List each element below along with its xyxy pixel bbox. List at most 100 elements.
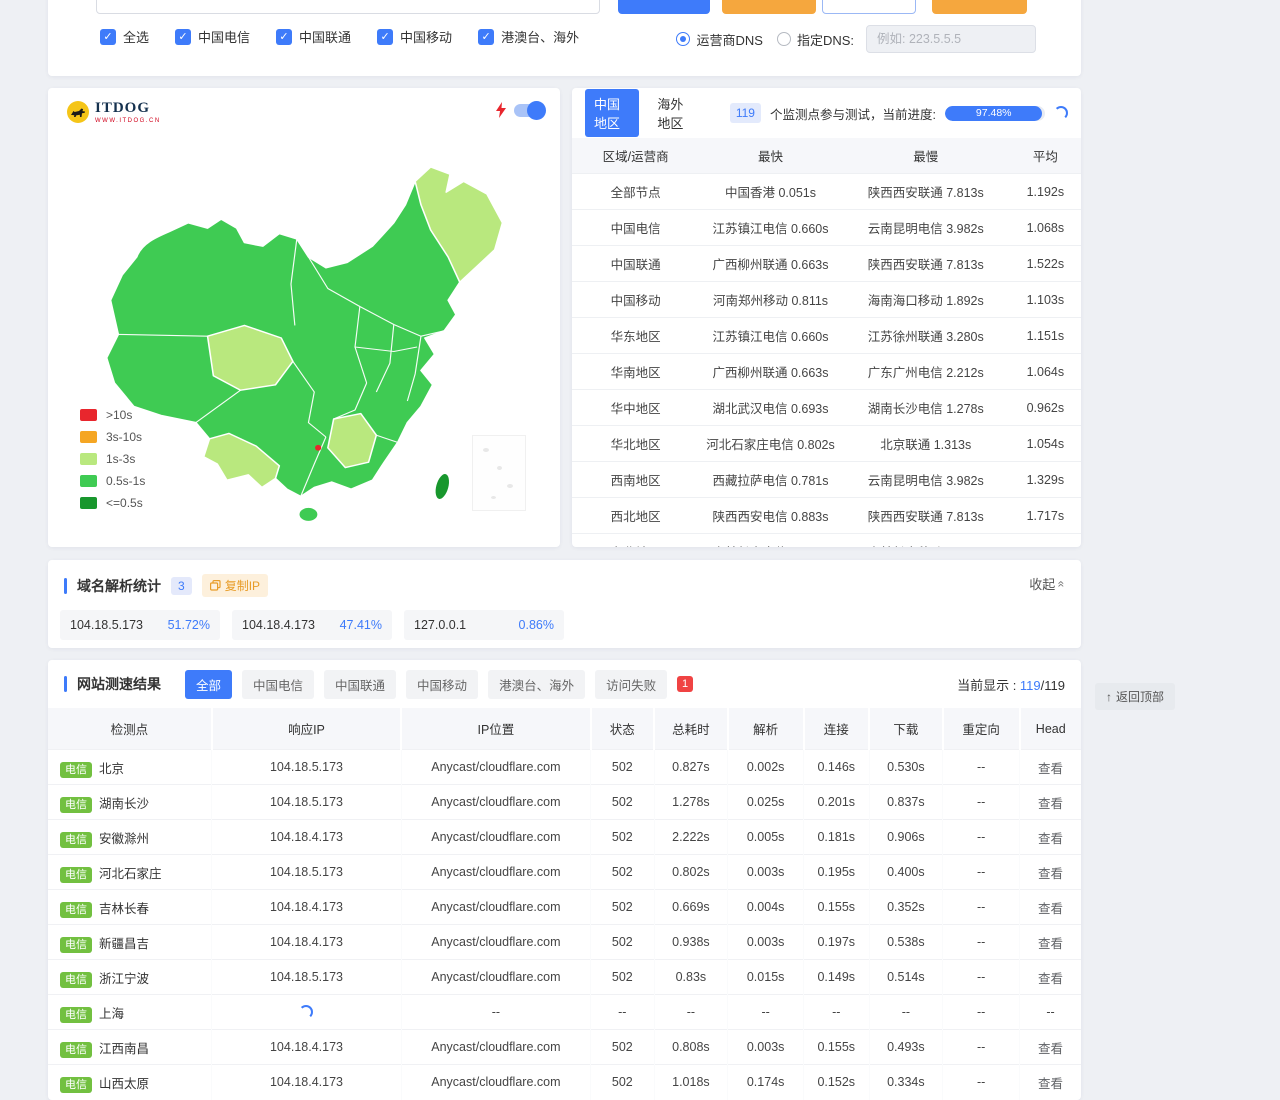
logo-title: ITDOG — [95, 101, 161, 116]
filter-中国联通[interactable]: 中国联通 — [324, 670, 396, 699]
total-time-cell: 1.278s — [654, 785, 728, 820]
redirect-cell: -- — [943, 785, 1020, 820]
view-head-link[interactable]: 查看 — [1038, 867, 1063, 881]
stats-cell: 中国联通 — [572, 246, 699, 282]
tab-overseas-region[interactable]: 海外地区 — [648, 89, 702, 137]
node-cell: 电信北京 — [48, 750, 212, 785]
head-cell: -- — [1020, 995, 1082, 1030]
stats-cell: 西南地区 — [572, 462, 699, 498]
loading-spinner-icon — [214, 1005, 398, 1019]
stats-cell: 中国电信 — [572, 210, 699, 246]
ip-cell — [212, 995, 401, 1030]
dns-time-cell: 0.005s — [728, 820, 804, 855]
location-cell: -- — [401, 995, 590, 1030]
stats-row: 中国移动河南郑州移动 0.811s海南海口移动 1.892s1.103s — [572, 282, 1081, 318]
view-head-link[interactable]: 查看 — [1038, 972, 1063, 986]
checkbox-全选[interactable]: ✓全选 — [100, 27, 149, 46]
isp-badge: 电信 — [60, 972, 92, 988]
stats-cell: 吉林长春移动 1.278s — [842, 534, 1010, 548]
isp-badge: 电信 — [60, 1077, 92, 1093]
stats-col-slowest: 最慢 — [842, 138, 1010, 174]
isp-badge: 电信 — [60, 867, 92, 883]
outline-action-button[interactable] — [822, 0, 916, 14]
fail-count-badge: 1 — [677, 676, 693, 692]
filter-中国电信[interactable]: 中国电信 — [242, 670, 314, 699]
checkbox-label: 中国电信 — [198, 27, 250, 46]
filter-label: 港澳台、海外 — [499, 675, 574, 694]
checkbox-label: 中国移动 — [400, 27, 452, 46]
redirect-cell: -- — [943, 820, 1020, 855]
checkbox-中国移动[interactable]: ✓中国移动 — [377, 27, 452, 46]
filter-中国移动[interactable]: 中国移动 — [406, 670, 478, 699]
stats-row: 西北地区陕西西安电信 0.883s陕西西安联通 7.813s1.717s — [572, 498, 1081, 534]
primary-test-button[interactable] — [618, 0, 710, 14]
stats-cell: 吉林长春电信 0.669s — [699, 534, 842, 548]
ip-chip[interactable]: 104.18.4.17347.41% — [232, 610, 392, 640]
view-head-link[interactable]: 查看 — [1038, 832, 1063, 846]
radio-指定DNS:[interactable]: 指定DNS: — [777, 30, 854, 49]
radio-label: 指定DNS: — [797, 30, 854, 49]
filter-全部[interactable]: 全部 — [185, 670, 232, 699]
filter-港澳台、海外[interactable]: 港澳台、海外 — [488, 670, 585, 699]
view-head-link[interactable]: 查看 — [1038, 762, 1063, 776]
node-cell: 电信河北石家庄 — [48, 855, 212, 890]
secondary-action-button-1[interactable] — [722, 0, 816, 14]
checkbox-中国联通[interactable]: ✓中国联通 — [276, 27, 351, 46]
download-time-cell: 0.400s — [869, 855, 943, 890]
checkbox-中国电信[interactable]: ✓中国电信 — [175, 27, 250, 46]
ip-value: 127.0.0.1 — [414, 618, 466, 632]
stats-cell: 陕西西安联通 7.813s — [842, 246, 1010, 282]
stats-cell: 西北地区 — [572, 498, 699, 534]
download-time-cell: 0.334s — [869, 1065, 943, 1100]
redirect-cell: -- — [943, 855, 1020, 890]
stats-cell: 湖南长沙电信 1.278s — [842, 390, 1010, 426]
filter-访问失败[interactable]: 访问失败 — [595, 670, 667, 699]
ip-chip[interactable]: 104.18.5.17351.72% — [60, 610, 220, 640]
col-location: IP位置 — [401, 708, 590, 750]
ip-cell: 104.18.4.173 — [212, 925, 401, 960]
node-name: 江西南昌 — [99, 1042, 149, 1056]
view-head-link[interactable]: 查看 — [1038, 797, 1063, 811]
dns-server-input[interactable] — [866, 25, 1036, 53]
checkbox-box-icon: ✓ — [276, 29, 292, 45]
view-head-link[interactable]: 查看 — [1038, 937, 1063, 951]
total-time-cell: 0.808s — [654, 1030, 728, 1065]
ip-chip[interactable]: 127.0.0.10.86% — [404, 610, 564, 640]
col-status: 状态 — [591, 708, 654, 750]
result-row: 电信吉林长春104.18.4.173Anycast/cloudflare.com… — [48, 890, 1081, 925]
collapse-button[interactable]: 收起 « — [1029, 574, 1065, 593]
speed-results-card: 网站测速结果 全部中国电信中国联通中国移动港澳台、海外访问失败1 当前显示 : … — [48, 660, 1081, 1100]
ip-cell: 104.18.5.173 — [212, 750, 401, 785]
connect-time-cell: 0.197s — [804, 925, 870, 960]
node-cell: 电信新疆昌吉 — [48, 925, 212, 960]
ip-cell: 104.18.4.173 — [212, 820, 401, 855]
back-to-top-button[interactable]: ↑ 返回顶部 — [1095, 683, 1175, 710]
col-total: 总耗时 — [654, 708, 728, 750]
view-head-link[interactable]: 查看 — [1038, 902, 1063, 916]
total-time-cell: 0.802s — [654, 855, 728, 890]
stats-cell: 北京联通 1.313s — [842, 426, 1010, 462]
tab-china-region[interactable]: 中国地区 — [585, 89, 639, 137]
connect-time-cell: 0.155s — [804, 890, 870, 925]
dns-time-cell: 0.174s — [728, 1065, 804, 1100]
progress-bar: 97.48% — [945, 106, 1045, 121]
filter-label: 中国移动 — [417, 675, 467, 694]
radio-运营商DNS[interactable]: 运营商DNS — [676, 30, 762, 49]
dns-time-cell: 0.004s — [728, 890, 804, 925]
node-name: 安徽滁州 — [99, 832, 149, 846]
dns-count-badge: 3 — [171, 577, 192, 595]
download-time-cell: 0.530s — [869, 750, 943, 785]
logo-subtitle: WWW.ITDOG.CN — [95, 118, 161, 124]
checkbox-港澳台、海外[interactable]: ✓港澳台、海外 — [478, 27, 579, 46]
view-head-link[interactable]: 查看 — [1038, 1077, 1063, 1091]
ip-cell: 104.18.4.173 — [212, 890, 401, 925]
secondary-action-button-2[interactable] — [932, 0, 1027, 14]
stats-row: 西南地区西藏拉萨电信 0.781s云南昆明电信 3.982s1.329s — [572, 462, 1081, 498]
stats-col-region: 区域/运营商 — [572, 138, 699, 174]
isp-badge: 电信 — [60, 902, 92, 918]
copy-ip-button[interactable]: 复制IP — [202, 574, 268, 597]
realtime-toggle[interactable] — [514, 104, 544, 117]
legend-label: >10s — [106, 408, 132, 422]
view-head-link[interactable]: 查看 — [1038, 1042, 1063, 1056]
target-url-input[interactable] — [96, 0, 600, 14]
